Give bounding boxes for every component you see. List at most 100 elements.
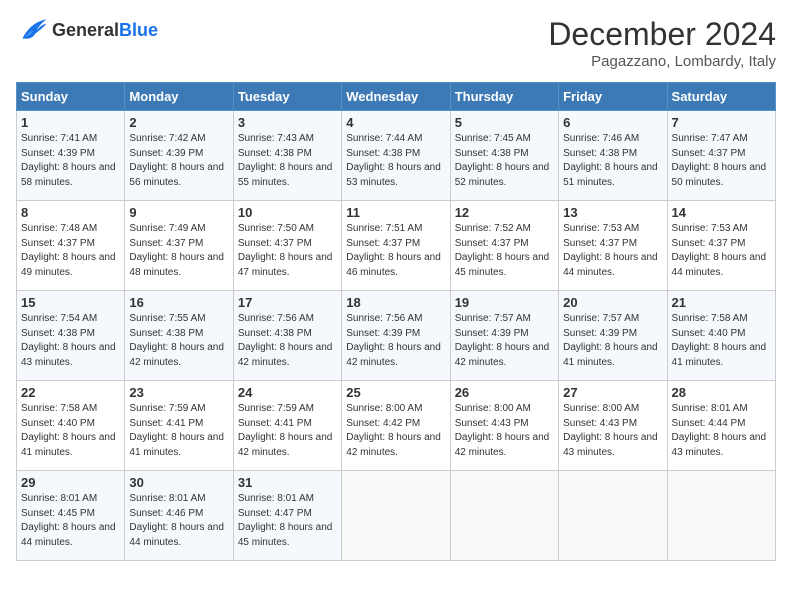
- header-day-monday: Monday: [125, 83, 233, 111]
- logo: GeneralBlue: [16, 16, 158, 44]
- logo-blue: Blue: [119, 20, 158, 40]
- calendar-cell: 1 Sunrise: 7:41 AMSunset: 4:39 PMDaylight…: [17, 111, 125, 201]
- calendar-cell: 21 Sunrise: 7:58 AMSunset: 4:40 PMDayligh…: [667, 291, 775, 381]
- cell-info: Sunrise: 8:00 AMSunset: 4:43 PMDaylight:…: [455, 402, 554, 460]
- day-number: 28: [672, 385, 771, 400]
- cell-info: Sunrise: 7:44 AMSunset: 4:38 PMDaylight:…: [346, 132, 445, 190]
- day-number: 2: [129, 115, 228, 130]
- cell-info: Sunrise: 7:48 AMSunset: 4:37 PMDaylight:…: [21, 222, 120, 280]
- location-title: Pagazzano, Lombardy, Italy: [548, 53, 776, 70]
- cell-info: Sunrise: 7:55 AMSunset: 4:38 PMDaylight:…: [129, 312, 228, 370]
- month-title: December 2024: [548, 16, 776, 53]
- cell-info: Sunrise: 7:54 AMSunset: 4:38 PMDaylight:…: [21, 312, 120, 370]
- week-row-1: 1 Sunrise: 7:41 AMSunset: 4:39 PMDaylight…: [17, 111, 776, 201]
- cell-info: Sunrise: 8:01 AMSunset: 4:46 PMDaylight:…: [129, 492, 228, 550]
- calendar-cell: 9Sunrise: 7:49 AMSunset: 4:37 PMDaylight…: [125, 201, 233, 291]
- calendar: SundayMondayTuesdayWednesdayThursdayFrid…: [16, 82, 776, 561]
- calendar-cell: 18 Sunrise: 7:56 AMSunset: 4:39 PMDayligh…: [342, 291, 450, 381]
- day-number: 21: [672, 295, 771, 310]
- cell-info: Sunrise: 7:58 AMSunset: 4:40 PMDaylight:…: [672, 312, 771, 370]
- cell-info: Sunrise: 7:53 AMSunset: 4:37 PMDaylight:…: [563, 222, 662, 280]
- header-day-sunday: Sunday: [17, 83, 125, 111]
- calendar-cell: 4 Sunrise: 7:44 AMSunset: 4:38 PMDaylight…: [342, 111, 450, 201]
- day-number: 29: [21, 475, 120, 490]
- cell-info: Sunrise: 7:56 AMSunset: 4:38 PMDaylight:…: [238, 312, 337, 370]
- logo-general: General: [52, 20, 119, 40]
- day-number: 27: [563, 385, 662, 400]
- calendar-cell: [450, 471, 558, 561]
- cell-info: Sunrise: 8:01 AMSunset: 4:45 PMDaylight:…: [21, 492, 120, 550]
- day-number: 1: [21, 115, 120, 130]
- calendar-cell: [342, 471, 450, 561]
- calendar-cell: 16 Sunrise: 7:55 AMSunset: 4:38 PMDayligh…: [125, 291, 233, 381]
- cell-info: Sunrise: 7:58 AMSunset: 4:40 PMDaylight:…: [21, 402, 120, 460]
- cell-info: Sunrise: 8:01 AMSunset: 4:47 PMDaylight:…: [238, 492, 337, 550]
- day-number: 7: [672, 115, 771, 130]
- calendar-cell: 20 Sunrise: 7:57 AMSunset: 4:39 PMDayligh…: [559, 291, 667, 381]
- calendar-cell: 30Sunrise: 8:01 AMSunset: 4:46 PMDayligh…: [125, 471, 233, 561]
- calendar-cell: 22 Sunrise: 7:58 AMSunset: 4:40 PMDayligh…: [17, 381, 125, 471]
- title-area: December 2024 Pagazzano, Lombardy, Italy: [548, 16, 776, 70]
- cell-info: Sunrise: 7:59 AMSunset: 4:41 PMDaylight:…: [129, 402, 228, 460]
- day-number: 31: [238, 475, 337, 490]
- day-number: 6: [563, 115, 662, 130]
- day-number: 4: [346, 115, 445, 130]
- cell-info: Sunrise: 7:59 AMSunset: 4:41 PMDaylight:…: [238, 402, 337, 460]
- cell-info: Sunrise: 7:52 AMSunset: 4:37 PMDaylight:…: [455, 222, 554, 280]
- day-number: 16: [129, 295, 228, 310]
- cell-info: Sunrise: 7:45 AMSunset: 4:38 PMDaylight:…: [455, 132, 554, 190]
- header-day-saturday: Saturday: [667, 83, 775, 111]
- calendar-cell: 13 Sunrise: 7:53 AMSunset: 4:37 PMDayligh…: [559, 201, 667, 291]
- day-number: 8: [21, 205, 120, 220]
- calendar-cell: 3 Sunrise: 7:43 AMSunset: 4:38 PMDaylight…: [233, 111, 341, 201]
- day-number: 17: [238, 295, 337, 310]
- calendar-cell: 29 Sunrise: 8:01 AMSunset: 4:45 PMDayligh…: [17, 471, 125, 561]
- week-row-5: 29 Sunrise: 8:01 AMSunset: 4:45 PMDayligh…: [17, 471, 776, 561]
- logo-text: GeneralBlue: [52, 20, 158, 41]
- cell-info: Sunrise: 7:56 AMSunset: 4:39 PMDaylight:…: [346, 312, 445, 370]
- calendar-cell: 24Sunrise: 7:59 AMSunset: 4:41 PMDayligh…: [233, 381, 341, 471]
- cell-info: Sunrise: 7:41 AMSunset: 4:39 PMDaylight:…: [21, 132, 120, 190]
- calendar-cell: 7 Sunrise: 7:47 AMSunset: 4:37 PMDaylight…: [667, 111, 775, 201]
- cell-info: Sunrise: 7:57 AMSunset: 4:39 PMDaylight:…: [455, 312, 554, 370]
- calendar-cell: 27 Sunrise: 8:00 AMSunset: 4:43 PMDayligh…: [559, 381, 667, 471]
- day-number: 18: [346, 295, 445, 310]
- day-number: 10: [238, 205, 337, 220]
- day-number: 20: [563, 295, 662, 310]
- calendar-cell: 28Sunrise: 8:01 AMSunset: 4:44 PMDayligh…: [667, 381, 775, 471]
- calendar-cell: 25Sunrise: 8:00 AMSunset: 4:42 PMDayligh…: [342, 381, 450, 471]
- calendar-cell: 6Sunrise: 7:46 AMSunset: 4:38 PMDaylight…: [559, 111, 667, 201]
- header-day-tuesday: Tuesday: [233, 83, 341, 111]
- cell-info: Sunrise: 7:43 AMSunset: 4:38 PMDaylight:…: [238, 132, 337, 190]
- calendar-header-row: SundayMondayTuesdayWednesdayThursdayFrid…: [17, 83, 776, 111]
- day-number: 11: [346, 205, 445, 220]
- week-row-2: 8 Sunrise: 7:48 AMSunset: 4:37 PMDaylight…: [17, 201, 776, 291]
- day-number: 22: [21, 385, 120, 400]
- cell-info: Sunrise: 7:53 AMSunset: 4:37 PMDaylight:…: [672, 222, 771, 280]
- header-day-thursday: Thursday: [450, 83, 558, 111]
- day-number: 15: [21, 295, 120, 310]
- calendar-cell: 2 Sunrise: 7:42 AMSunset: 4:39 PMDaylight…: [125, 111, 233, 201]
- calendar-cell: 11 Sunrise: 7:51 AMSunset: 4:37 PMDayligh…: [342, 201, 450, 291]
- day-number: 5: [455, 115, 554, 130]
- cell-info: Sunrise: 7:42 AMSunset: 4:39 PMDaylight:…: [129, 132, 228, 190]
- cell-info: Sunrise: 7:57 AMSunset: 4:39 PMDaylight:…: [563, 312, 662, 370]
- calendar-cell: 10Sunrise: 7:50 AMSunset: 4:37 PMDayligh…: [233, 201, 341, 291]
- calendar-cell: [559, 471, 667, 561]
- cell-info: Sunrise: 7:51 AMSunset: 4:37 PMDaylight:…: [346, 222, 445, 280]
- day-number: 13: [563, 205, 662, 220]
- calendar-cell: 14 Sunrise: 7:53 AMSunset: 4:37 PMDayligh…: [667, 201, 775, 291]
- cell-info: Sunrise: 8:00 AMSunset: 4:43 PMDaylight:…: [563, 402, 662, 460]
- logo-icon: [16, 16, 48, 44]
- day-number: 19: [455, 295, 554, 310]
- calendar-cell: 8 Sunrise: 7:48 AMSunset: 4:37 PMDaylight…: [17, 201, 125, 291]
- cell-info: Sunrise: 8:00 AMSunset: 4:42 PMDaylight:…: [346, 402, 445, 460]
- calendar-cell: 26 Sunrise: 8:00 AMSunset: 4:43 PMDayligh…: [450, 381, 558, 471]
- calendar-cell: 15 Sunrise: 7:54 AMSunset: 4:38 PMDayligh…: [17, 291, 125, 381]
- day-number: 14: [672, 205, 771, 220]
- day-number: 26: [455, 385, 554, 400]
- cell-info: Sunrise: 7:47 AMSunset: 4:37 PMDaylight:…: [672, 132, 771, 190]
- day-number: 9: [129, 205, 228, 220]
- calendar-cell: [667, 471, 775, 561]
- day-number: 3: [238, 115, 337, 130]
